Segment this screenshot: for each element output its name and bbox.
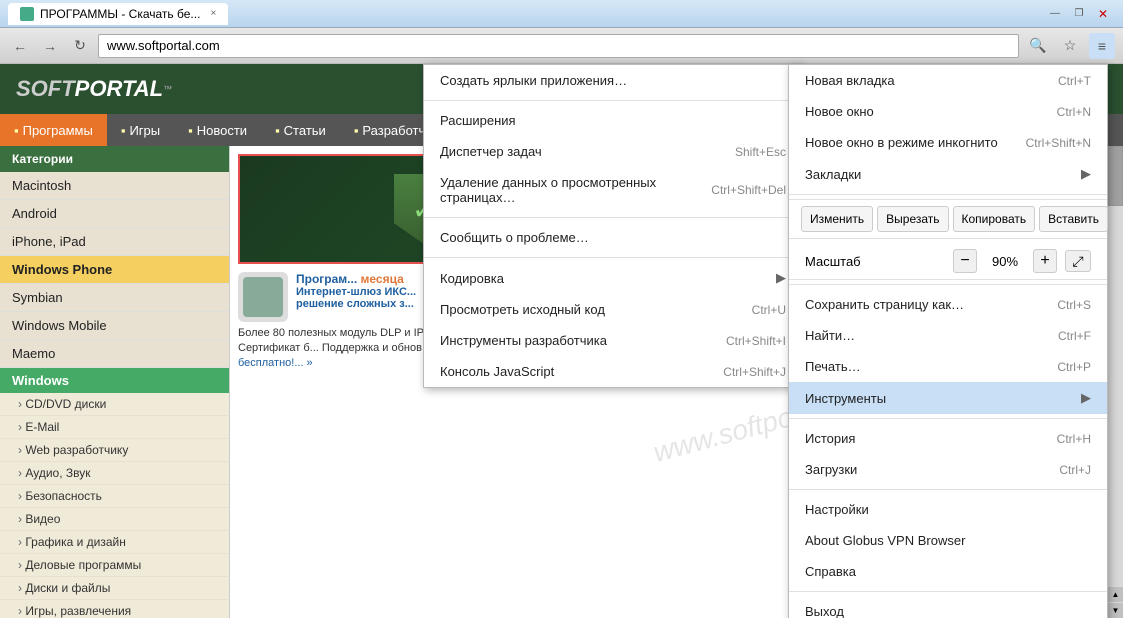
edit-btn-kopirovat[interactable]: Копировать xyxy=(953,206,1036,232)
about-label: About Globus VPN Browser xyxy=(805,533,965,548)
sub-menu-item-task-manager[interactable]: Диспетчер задач Shift+Esc xyxy=(424,136,802,167)
context-menu: Новая вкладка Ctrl+T Новое окно Ctrl+N Н… xyxy=(788,64,1108,618)
menu-divider-sub2 xyxy=(424,217,802,218)
menu-edit-section: Изменить Вырезать Копировать Вставить xyxy=(789,199,1107,239)
menu-divider-4 xyxy=(789,489,1107,490)
new-window-shortcut: Ctrl+N xyxy=(1057,105,1091,119)
menu-divider-sub1 xyxy=(424,100,802,101)
sub-menu-item-encoding[interactable]: Кодировка ▶ xyxy=(424,262,802,294)
zoom-minus-button[interactable]: − xyxy=(953,249,977,273)
tools-label: Инструменты xyxy=(805,391,886,406)
menu-divider-5 xyxy=(789,591,1107,592)
dev-tools-shortcut: Ctrl+Shift+I xyxy=(726,334,786,348)
sub-menu-item-extensions[interactable]: Расширения xyxy=(424,105,802,136)
zoom-plus-button[interactable]: + xyxy=(1033,249,1057,273)
edit-btn-izmenit[interactable]: Изменить xyxy=(801,206,873,232)
menu-item-bookmarks[interactable]: Закладки ▶ xyxy=(789,158,1107,190)
menu-item-save-page[interactable]: Сохранить страницу как… Ctrl+S xyxy=(789,289,1107,320)
menu-item-new-tab[interactable]: Новая вкладка Ctrl+T xyxy=(789,65,1107,96)
quit-label: Выход xyxy=(805,604,844,618)
menu-item-help[interactable]: Справка xyxy=(789,556,1107,587)
find-label: Найти… xyxy=(805,328,855,343)
menu-item-incognito[interactable]: Новое окно в режиме инкогнито Ctrl+Shift… xyxy=(789,127,1107,158)
extensions-label: Расширения xyxy=(440,113,516,128)
save-page-label: Сохранить страницу как… xyxy=(805,297,964,312)
context-menu-overlay[interactable]: Новая вкладка Ctrl+T Новое окно Ctrl+N Н… xyxy=(0,0,1123,618)
new-window-label: Новое окно xyxy=(805,104,874,119)
menu-divider-2 xyxy=(789,284,1107,285)
zoom-label: Масштаб xyxy=(805,254,945,269)
sub-menu-item-js-console[interactable]: Консоль JavaScript Ctrl+Shift+J xyxy=(424,356,802,387)
zoom-expand-button[interactable]: ⤢ xyxy=(1065,250,1091,272)
menu-item-new-window[interactable]: Новое окно Ctrl+N xyxy=(789,96,1107,127)
history-label: История xyxy=(805,431,855,446)
browser-window: ПРОГРАММЫ - Скачать бе... × — ❐ ✕ ← → ↻ … xyxy=(0,0,1123,618)
menu-item-downloads[interactable]: Загрузки Ctrl+J xyxy=(789,454,1107,485)
sub-menu-item-dev-tools[interactable]: Инструменты разработчика Ctrl+Shift+I xyxy=(424,325,802,356)
sub-menu-item-view-source[interactable]: Просмотреть исходный код Ctrl+U xyxy=(424,294,802,325)
js-console-shortcut: Ctrl+Shift+J xyxy=(723,365,786,379)
menu-item-tools[interactable]: Инструменты ▶ xyxy=(789,382,1107,414)
new-tab-label: Новая вкладка xyxy=(805,73,895,88)
zoom-value: 90% xyxy=(985,254,1025,269)
print-label: Печать… xyxy=(805,359,861,374)
menu-item-about[interactable]: About Globus VPN Browser xyxy=(789,525,1107,556)
find-shortcut: Ctrl+F xyxy=(1058,329,1091,343)
settings-label: Настройки xyxy=(805,502,869,517)
task-manager-shortcut: Shift+Esc xyxy=(735,145,786,159)
history-shortcut: Ctrl+H xyxy=(1057,432,1091,446)
view-source-shortcut: Ctrl+U xyxy=(752,303,786,317)
menu-item-history[interactable]: История Ctrl+H xyxy=(789,423,1107,454)
encoding-label: Кодировка xyxy=(440,271,504,286)
incognito-shortcut: Ctrl+Shift+N xyxy=(1026,136,1091,150)
sub-context-menu: Создать ярлыки приложения… Расширения Ди… xyxy=(423,64,803,388)
tools-arrow-icon: ▶ xyxy=(1081,390,1091,406)
task-manager-label: Диспетчер задач xyxy=(440,144,542,159)
sub-menu-item-create-shortcut[interactable]: Создать ярлыки приложения… xyxy=(424,65,802,96)
downloads-label: Загрузки xyxy=(805,462,857,477)
new-tab-shortcut: Ctrl+T xyxy=(1058,74,1091,88)
menu-item-print[interactable]: Печать… Ctrl+P xyxy=(789,351,1107,382)
bookmarks-arrow-icon: ▶ xyxy=(1081,166,1091,182)
menu-divider-1 xyxy=(789,194,1107,195)
sub-menu-item-clear-data[interactable]: Удаление данных о просмотренных страница… xyxy=(424,167,802,213)
sub-menu-item-report-problem[interactable]: Сообщить о проблеме… xyxy=(424,222,802,253)
dev-tools-label: Инструменты разработчика xyxy=(440,333,607,348)
report-problem-label: Сообщить о проблеме… xyxy=(440,230,589,245)
bookmarks-label: Закладки xyxy=(805,167,861,182)
help-label: Справка xyxy=(805,564,856,579)
edit-btn-vyrezat[interactable]: Вырезать xyxy=(877,206,948,232)
clear-data-shortcut: Ctrl+Shift+Del xyxy=(711,183,786,197)
clear-data-label: Удаление данных о просмотренных страница… xyxy=(440,175,711,205)
view-source-label: Просмотреть исходный код xyxy=(440,302,605,317)
menu-item-settings[interactable]: Настройки xyxy=(789,494,1107,525)
print-shortcut: Ctrl+P xyxy=(1057,360,1091,374)
menu-item-find[interactable]: Найти… Ctrl+F xyxy=(789,320,1107,351)
encoding-arrow-icon: ▶ xyxy=(776,270,786,286)
js-console-label: Консоль JavaScript xyxy=(440,364,554,379)
downloads-shortcut: Ctrl+J xyxy=(1059,463,1091,477)
save-page-shortcut: Ctrl+S xyxy=(1057,298,1091,312)
menu-zoom-section: Масштаб − 90% + ⤢ xyxy=(789,243,1107,280)
menu-divider-sub3 xyxy=(424,257,802,258)
create-shortcut-label: Создать ярлыки приложения… xyxy=(440,73,627,88)
edit-btn-vstavit[interactable]: Вставить xyxy=(1039,206,1108,232)
menu-divider-3 xyxy=(789,418,1107,419)
incognito-label: Новое окно в режиме инкогнито xyxy=(805,135,998,150)
menu-item-quit[interactable]: Выход xyxy=(789,596,1107,618)
